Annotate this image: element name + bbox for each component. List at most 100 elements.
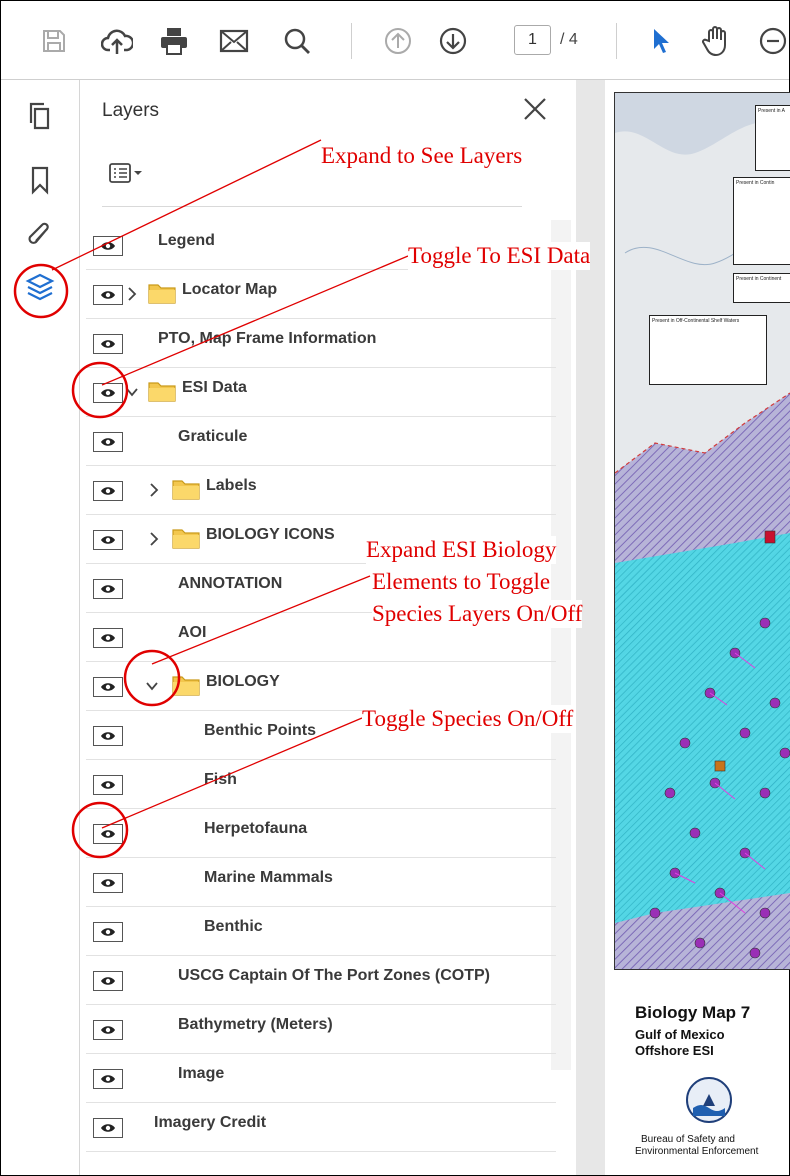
select-cursor-icon[interactable] [641,21,681,61]
page-down-icon[interactable] [433,21,473,61]
layer-row-locator-map[interactable]: Locator Map [86,269,556,319]
folder-icon [148,378,176,402]
layer-label: USCG Captain Of The Port Zones (COTP) [178,967,491,984]
print-icon[interactable] [154,21,194,61]
bsee-logo [685,1076,733,1124]
annotation-expand-layers: Expand to See Layers [321,142,523,170]
layer-label: Locator Map [182,281,278,298]
map-legend-box: Present in Contin [733,177,790,265]
attachment-icon[interactable] [20,216,60,256]
folder-icon [172,476,200,500]
zoom-out-icon[interactable] [753,21,790,61]
map-image: Present in A Present in Contin Present i… [614,92,790,970]
page-number-input[interactable]: 1 [514,25,551,55]
eye-icon[interactable] [93,677,123,697]
document-page[interactable]: Present in A Present in Contin Present i… [605,80,790,1175]
legend-title: Present in Off-Continental Shelf Waters [652,318,740,324]
eye-icon[interactable] [93,530,123,550]
legend-title: Present in Continent [736,276,782,282]
upload-cloud-icon[interactable] [97,21,137,61]
layer-row-herpetofauna[interactable]: Herpetofauna [86,808,556,858]
layers-options-button[interactable] [102,156,162,192]
layer-label: Graticule [178,428,248,445]
eye-icon[interactable] [93,971,123,991]
chevron-right-icon[interactable] [146,479,162,501]
map-subtitle: Gulf of Mexico [635,1027,725,1042]
eye-icon[interactable] [93,726,123,746]
layer-label: ANNOTATION [178,575,283,592]
annotation-toggle-species: Toggle Species On/Off [362,705,574,733]
eye-icon[interactable] [93,383,123,403]
legend-title: Present in A [758,108,785,114]
layer-label: BIOLOGY [206,673,280,690]
eye-icon[interactable] [93,579,123,599]
eye-icon[interactable] [93,873,123,893]
eye-icon[interactable] [93,334,123,354]
folder-icon [148,280,176,304]
layer-row-image[interactable]: Image [86,1053,556,1103]
bookmark-icon[interactable] [20,160,60,200]
eye-icon[interactable] [93,1069,123,1089]
page-total: / 4 [560,31,578,48]
chevron-down-icon[interactable] [124,381,140,403]
agency-name: Bureau of Safety and [641,1134,735,1145]
toolbar-divider [351,23,352,59]
toolbar-divider [616,23,617,59]
layer-label: Image [178,1065,225,1082]
layer-row-marine-mammals[interactable]: Marine Mammals [86,857,556,907]
layer-row-pto-map-frame[interactable]: PTO, Map Frame Information [86,318,556,368]
map-legend-box: Present in A [755,105,790,171]
search-icon[interactable] [277,21,317,61]
eye-icon[interactable] [93,922,123,942]
chevron-right-icon[interactable] [146,528,162,550]
chevron-right-icon[interactable] [124,283,140,305]
layer-label: PTO, Map Frame Information [158,330,377,347]
layer-row-uscg-cotp[interactable]: USCG Captain Of The Port Zones (COTP) [86,955,556,1005]
save-icon[interactable] [34,21,74,61]
panel-title: Layers [102,100,160,121]
layer-label: AOI [178,624,207,641]
agency-name: Environmental Enforcement [635,1146,759,1157]
chevron-down-icon[interactable] [144,675,160,697]
hand-icon[interactable] [696,21,736,61]
folder-icon [172,672,200,696]
layer-row-imagery-credit[interactable]: Imagery Credit [86,1102,556,1152]
layer-row-esi-data[interactable]: ESI Data [86,367,556,417]
layer-label: ESI Data [182,379,247,396]
pages-icon[interactable] [20,96,60,136]
eye-icon[interactable] [93,481,123,501]
eye-icon[interactable] [93,775,123,795]
layer-row-labels[interactable]: Labels [86,465,556,515]
eye-icon[interactable] [93,285,123,305]
layer-row-fish[interactable]: Fish [86,759,556,809]
layer-row-bathymetry[interactable]: Bathymetry (Meters) [86,1004,556,1054]
layer-label: Imagery Credit [154,1114,267,1131]
layer-row-benthic[interactable]: Benthic [86,906,556,956]
eye-icon[interactable] [93,628,123,648]
layer-row-graticule[interactable]: Graticule [86,416,556,466]
layer-label: Benthic Points [204,722,317,739]
page-up-icon[interactable] [378,21,418,61]
layer-label: BIOLOGY ICONS [206,526,335,543]
eye-icon[interactable] [93,1118,123,1138]
eye-icon[interactable] [93,236,123,256]
map-legend-box: Present in Off-Continental Shelf Waters [649,315,767,385]
map-subtitle: Offshore ESI [635,1043,714,1058]
layers-icon[interactable] [20,267,60,307]
navigation-pane-strip [1,80,80,1175]
layer-label: Benthic [204,918,263,935]
layer-row-biology[interactable]: BIOLOGY [86,661,556,711]
eye-icon[interactable] [93,432,123,452]
annotation-expand-biology-line2: Elements to Toggle [372,568,551,596]
annotation-toggle-esi: Toggle To ESI Data [408,242,591,270]
toolbar: 1 / 4 [1,1,789,80]
eye-icon[interactable] [93,1020,123,1040]
eye-icon[interactable] [93,824,123,844]
layer-label: Legend [158,232,215,249]
annotation-expand-biology-line3: Species Layers On/Off [372,600,583,628]
layer-label: Bathymetry (Meters) [178,1016,333,1033]
email-icon[interactable] [214,21,254,61]
close-icon[interactable] [520,94,550,124]
layer-label: Labels [206,477,257,494]
legend-title: Present in Contin [736,180,775,186]
